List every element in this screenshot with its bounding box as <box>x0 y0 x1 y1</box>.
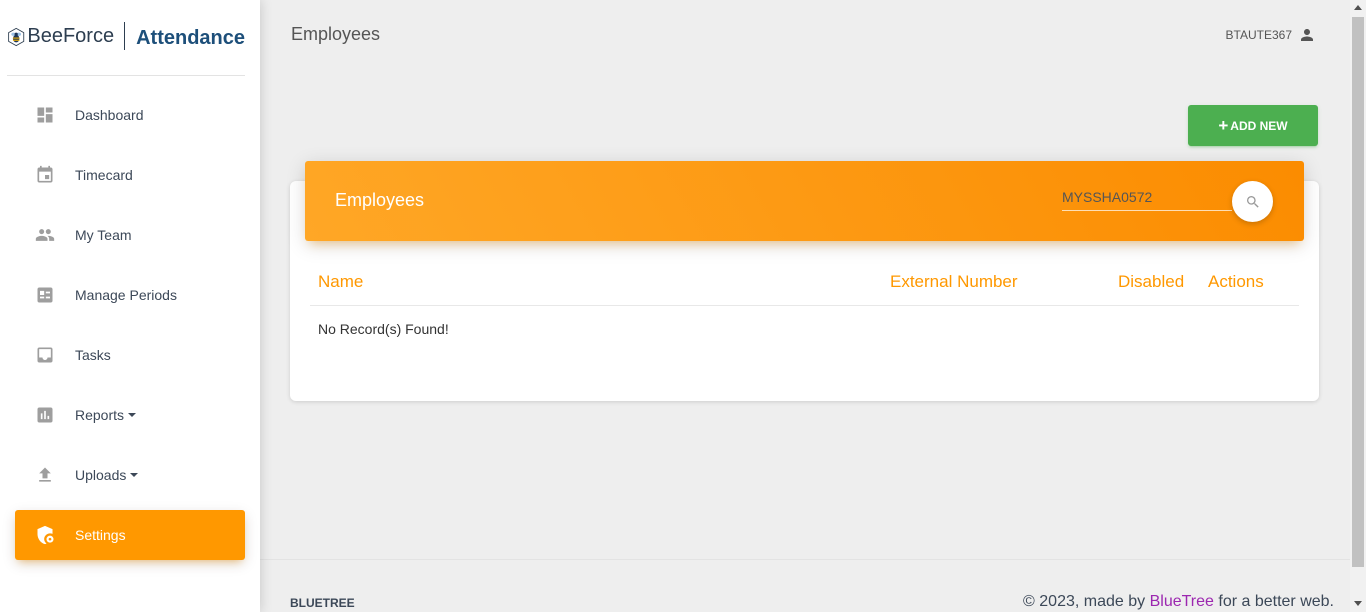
brand[interactable]: BeeForce Attendance <box>7 0 245 76</box>
sidebar-item-reports[interactable]: Reports <box>15 390 245 440</box>
people-icon <box>35 225 55 245</box>
copyright-suffix: for a better web. <box>1218 593 1334 610</box>
brand-name: BeeForce <box>27 21 126 50</box>
username: BTAUTE367 <box>1225 28 1292 42</box>
dashboard-icon <box>35 105 55 125</box>
bluetree-link[interactable]: BlueTree <box>1150 593 1214 610</box>
shield-settings-icon <box>35 525 55 545</box>
reports-label: Reports <box>75 407 125 423</box>
calendar-icon <box>35 165 55 185</box>
search-input[interactable] <box>1062 183 1232 211</box>
copyright-prefix: © 2023, made by <box>1023 593 1146 610</box>
user-menu[interactable]: BTAUTE367 <box>1226 26 1316 44</box>
sidebar-item-dashboard[interactable]: Dashboard <box>15 90 245 140</box>
empty-message: No Record(s) Found! <box>318 321 449 337</box>
uploads-label: Uploads <box>75 467 127 483</box>
card-title: Employees <box>335 190 425 210</box>
brand-product: Attendance <box>136 26 245 49</box>
column-header-disabled: Disabled <box>1118 272 1185 291</box>
upload-icon <box>35 465 55 485</box>
footer-copyright: © 2023, made by BlueTree for a better we… <box>1023 593 1334 611</box>
sidebar-item-label: Timecard <box>75 167 133 183</box>
list-icon <box>35 285 55 305</box>
search-button[interactable] <box>1232 181 1273 222</box>
sidebar-item-label: Tasks <box>75 347 111 363</box>
sidebar-nav: Dashboard Timecard My Team Manage Period… <box>15 90 245 570</box>
sidebar-item-uploads[interactable]: Uploads <box>15 450 245 500</box>
caret-down-icon <box>128 413 137 417</box>
sidebar-item-my-team[interactable]: My Team <box>15 210 245 260</box>
sidebar-item-label: My Team <box>75 227 132 243</box>
sidebar-item-label: Settings <box>75 527 126 543</box>
footer-brand: BLUETREE <box>290 596 355 610</box>
column-header-actions: Actions <box>1208 272 1264 291</box>
person-icon <box>1301 29 1313 41</box>
inbox-icon <box>35 345 55 365</box>
scroll-down-icon[interactable] <box>1354 601 1362 606</box>
bar-chart-icon <box>35 405 55 425</box>
table-header: Name External Number Disabled Actions <box>310 262 1299 306</box>
column-header-external-number: External Number <box>890 272 1018 291</box>
footer: BLUETREE © 2023, made by BlueTree for a … <box>260 559 1350 612</box>
sidebar-item-label: Uploads <box>75 467 139 483</box>
plus-icon: + <box>1218 115 1229 135</box>
sidebar-item-label: Manage Periods <box>75 287 177 303</box>
card-header: Employees <box>305 161 1304 241</box>
add-new-button[interactable]: + ADD NEW <box>1188 105 1318 146</box>
scroll-thumb[interactable] <box>1352 17 1364 567</box>
sidebar-item-manage-periods[interactable]: Manage Periods <box>15 270 245 320</box>
bee-logo-icon <box>8 27 25 46</box>
sidebar-item-label: Reports <box>75 407 137 423</box>
sidebar-item-settings[interactable]: Settings <box>15 510 245 560</box>
add-new-label: ADD NEW <box>1230 118 1288 133</box>
scrollbar[interactable] <box>1350 0 1366 612</box>
scroll-up-icon[interactable] <box>1354 5 1362 10</box>
sidebar-item-label: Dashboard <box>75 107 144 123</box>
caret-down-icon <box>130 473 139 477</box>
sidebar-item-tasks[interactable]: Tasks <box>15 330 245 380</box>
column-header-name: Name <box>318 272 364 291</box>
search-icon <box>1246 195 1259 208</box>
sidebar-item-timecard[interactable]: Timecard <box>15 150 245 200</box>
page-title: Employees <box>291 24 381 44</box>
sidebar: BeeForce Attendance Dashboard Timecard M… <box>0 0 260 612</box>
